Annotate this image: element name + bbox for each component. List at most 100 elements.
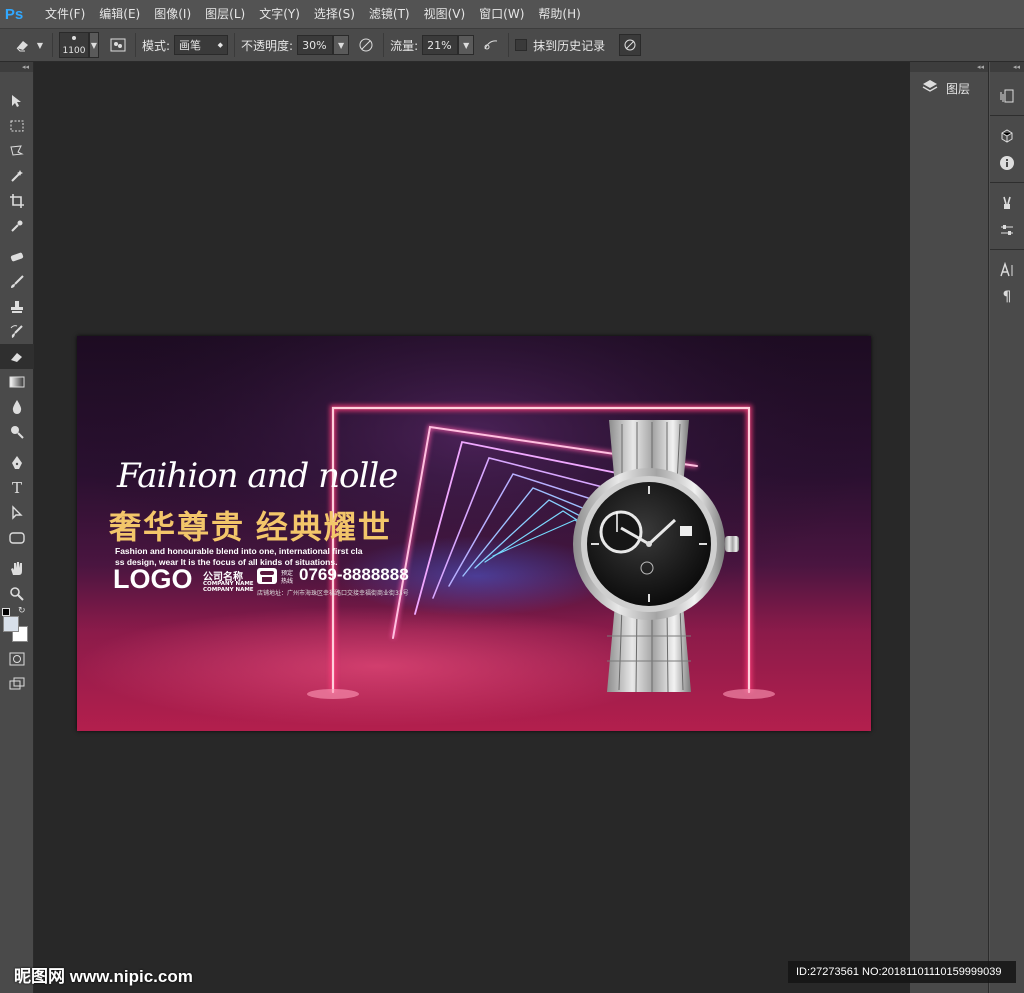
menu-select[interactable]: 选择(S)	[307, 0, 362, 28]
collapse-icon[interactable]: ◂◂	[910, 62, 988, 72]
menu-help[interactable]: 帮助(H)	[531, 0, 587, 28]
collapse-icon[interactable]: ◂◂	[0, 62, 33, 72]
store-address: 店铺地址：广州市海珠区幸福路口交接幸福街商业街33号	[257, 590, 409, 597]
menu-file[interactable]: 文件(F)	[38, 0, 92, 28]
layers-icon	[922, 79, 938, 97]
erase-history-label: 抹到历史记录	[533, 38, 606, 53]
blur-tool-icon[interactable]	[0, 394, 34, 419]
history-panel-icon[interactable]	[990, 82, 1024, 109]
menu-edit[interactable]: 编辑(E)	[92, 0, 147, 28]
site-watermark: 昵图网 www.nipic.com	[14, 967, 193, 986]
foreground-color-swatch[interactable]	[3, 616, 19, 632]
clone-stamp-tool-icon[interactable]	[0, 294, 34, 319]
phone-icon	[257, 568, 277, 584]
menu-view[interactable]: 视图(V)	[417, 0, 473, 28]
zoom-tool-icon[interactable]	[0, 581, 34, 606]
flow-value: 21%	[427, 38, 452, 52]
magic-wand-tool-icon[interactable]	[0, 163, 34, 188]
menu-image[interactable]: 图像(I)	[147, 0, 198, 28]
opacity-value: 30%	[302, 38, 327, 52]
menu-layer[interactable]: 图层(L)	[198, 0, 252, 28]
menu-window[interactable]: 窗口(W)	[472, 0, 531, 28]
flow-input[interactable]: 21%	[422, 35, 459, 55]
lasso-tool-icon[interactable]	[0, 138, 34, 163]
gradient-tool-icon[interactable]	[0, 369, 34, 394]
color-swatches[interactable]: ↻	[0, 606, 33, 646]
move-tool-icon[interactable]	[0, 88, 34, 113]
mode-select[interactable]: 画笔 ◆	[174, 35, 229, 55]
slogan-english-line1: Fashion and honourable blend into one, i…	[115, 546, 363, 556]
image-id-watermark: ID:27273561 NO:20181101110159999039	[788, 961, 1016, 983]
pressure-opacity-icon[interactable]	[355, 34, 377, 56]
opacity-dropdown[interactable]: ▼	[333, 35, 350, 55]
dodge-tool-icon[interactable]	[0, 419, 34, 444]
erase-history-checkbox[interactable]	[515, 39, 528, 51]
history-brush-tool-icon[interactable]	[0, 319, 34, 344]
right-post-glow	[723, 689, 775, 699]
crop-tool-icon[interactable]	[0, 188, 34, 213]
rectangle-tool-icon[interactable]	[0, 525, 34, 550]
document-canvas-area[interactable]: Faihion and nolle 奢华尊贵 经典耀世 Fashion and …	[35, 62, 910, 993]
eraser-tool-preset-icon[interactable]	[12, 34, 34, 56]
options-bar: ▼ 1100 ▼ 模式: 画笔 ◆ 不透明度: 30% ▼ 流量: 21% ▼	[0, 28, 1024, 62]
pen-tool-icon[interactable]	[0, 450, 34, 475]
adjustments-icon[interactable]	[990, 216, 1024, 243]
opacity-label: 不透明度:	[241, 38, 294, 53]
logo-text: LOGO	[113, 564, 193, 594]
mode-label: 模式:	[142, 38, 171, 53]
brush-presets-icon[interactable]	[990, 189, 1024, 216]
brush-size-picker[interactable]: 1100	[59, 32, 89, 58]
divider	[52, 33, 53, 57]
right-dock: ◂◂ 图层 ◂◂ ¶	[910, 62, 1024, 993]
tools-panel: ◂◂ T ↻	[0, 62, 34, 993]
divider	[135, 33, 136, 57]
layers-tab-label: 图层	[946, 81, 971, 96]
default-colors-icon[interactable]	[2, 608, 10, 616]
pressure-size-icon[interactable]	[619, 34, 642, 56]
layers-tab[interactable]: 图层	[910, 72, 988, 104]
swap-colors-icon[interactable]: ↻	[18, 606, 26, 616]
pink-floor-glow	[77, 606, 677, 726]
pilcrow-glyph: ¶	[1002, 288, 1012, 305]
eyedropper-tool-icon[interactable]	[0, 213, 34, 238]
brush-size-value: 1100	[62, 46, 86, 56]
divider	[234, 33, 236, 57]
screen-mode-icon[interactable]	[0, 671, 34, 696]
panel-icon-strip: ◂◂ ¶	[990, 62, 1024, 993]
path-selection-tool-icon[interactable]	[0, 500, 34, 525]
phone-number: 0769-8888888	[299, 565, 409, 584]
eraser-tool-icon[interactable]	[0, 344, 34, 369]
left-post-glow	[307, 689, 359, 699]
hand-tool-icon[interactable]	[0, 556, 34, 581]
menu-bar: Ps 文件(F) 编辑(E) 图像(I) 图层(L) 文字(Y) 选择(S) 滤…	[0, 0, 1024, 28]
chevron-down-icon[interactable]: ▼	[34, 34, 46, 56]
marquee-tool-icon[interactable]	[0, 113, 34, 138]
slogan-main: 奢华尊贵 经典耀世	[109, 509, 392, 545]
type-tool-icon[interactable]: T	[0, 475, 34, 500]
menu-filter[interactable]: 滤镜(T)	[362, 0, 417, 28]
healing-brush-tool-icon[interactable]	[0, 244, 34, 269]
character-panel-icon[interactable]	[990, 256, 1024, 283]
quick-mask-icon[interactable]	[0, 646, 34, 671]
3d-panel-icon[interactable]	[990, 122, 1024, 149]
divider	[383, 33, 385, 57]
divider	[508, 33, 510, 57]
collapse-icon[interactable]: ◂◂	[990, 62, 1024, 72]
brush-dot-icon	[72, 36, 76, 40]
hotline-label-2: 热线	[281, 578, 294, 585]
airbrush-icon[interactable]	[480, 34, 502, 56]
paragraph-panel-icon[interactable]: ¶	[990, 283, 1024, 310]
spinner-icon: ◆	[217, 41, 224, 49]
brush-size-dropdown[interactable]: ▼	[89, 32, 99, 58]
layers-panel-collapsed: ◂◂ 图层	[910, 62, 989, 993]
flow-label: 流量:	[390, 38, 419, 53]
company-name-en-2: COMPANY NAME	[203, 587, 254, 593]
flow-dropdown[interactable]: ▼	[458, 35, 475, 55]
brush-panel-icon[interactable]	[107, 34, 129, 56]
ps-logo: Ps	[4, 5, 24, 23]
brush-tool-icon[interactable]	[0, 269, 34, 294]
menu-type[interactable]: 文字(Y)	[252, 0, 307, 28]
artwork-banner[interactable]: Faihion and nolle 奢华尊贵 经典耀世 Fashion and …	[77, 336, 871, 731]
opacity-input[interactable]: 30%	[297, 35, 334, 55]
info-icon[interactable]	[990, 149, 1024, 176]
